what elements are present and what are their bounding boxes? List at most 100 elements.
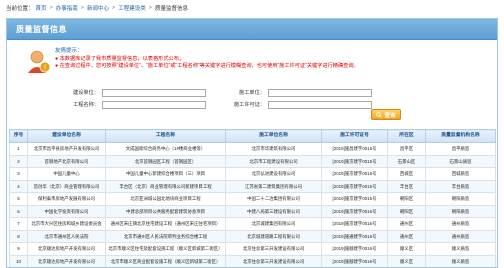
cell-project[interactable]: 北京首钢园区工程（首钢园区） bbox=[105, 154, 226, 168]
cell-contractor: 北京城建集团有限公司 bbox=[225, 217, 322, 231]
panel-title: 质量监督信息 bbox=[16, 25, 67, 34]
contractor-label: 施工单位： bbox=[239, 90, 265, 96]
search-form: 建设单位： 施工单位： 工程名称： 施工许可证： bbox=[7, 85, 497, 125]
cell-contractor: 北京城建道路工程有限公司 bbox=[225, 229, 322, 243]
cell-builder: 北京顺达房地产开发有限公司 bbox=[27, 254, 106, 267]
search-row-project: 工程名称： bbox=[67, 100, 206, 109]
column-header-agency: 质量监督机构名称 bbox=[425, 129, 496, 143]
cell-contractor: 江苏省第二建筑集团有限公司 bbox=[225, 179, 322, 193]
cell-contractor: 北京住总第三开发建设有限公司 bbox=[225, 242, 322, 256]
cell-index: 1 bbox=[9, 142, 28, 156]
cell-index: 5 bbox=[9, 192, 28, 206]
breadcrumb: 当前位置： 首页 > 办事指南 > 新闻中心 > 工程建设类 > 质量监督信息 bbox=[6, 3, 188, 13]
cell-permit: [2019]施通建字0016号 bbox=[321, 229, 388, 243]
cell-contractor: 北京住总第三开发建设有限公司 bbox=[225, 254, 322, 267]
cell-district: 通州区 bbox=[387, 217, 426, 231]
project-label: 工程名称： bbox=[73, 102, 99, 108]
cell-agency: 朝阳质监 bbox=[425, 204, 496, 218]
cell-district: 通州区 bbox=[387, 229, 426, 243]
cell-index: 8 bbox=[9, 229, 28, 243]
cell-index: 7 bbox=[9, 217, 28, 231]
column-header-contractor: 施工单位名称 bbox=[225, 129, 322, 143]
cell-project[interactable]: 北京市通州区人民法院审判业务综合楼工程 bbox=[105, 229, 226, 243]
column-header-permit: 施工许可证号 bbox=[321, 129, 388, 143]
table-row[interactable]: 5 保利泰禾房地产发展有限公司 北京亚洲城公园北地块商业项目工程 中国二十二冶集团有限… bbox=[9, 192, 496, 206]
cell-builder: 保利泰禾房地产发展有限公司 bbox=[27, 192, 106, 206]
permit-label: 施工许可证： bbox=[233, 102, 265, 108]
cell-district: 朝阳区 bbox=[387, 204, 426, 218]
cell-agency: 顺义质监 bbox=[425, 242, 496, 256]
tips-box: ! 友情提示： ● 本数据库记录了我市质量监督信息，以表格形式公布； ● 在查询… bbox=[28, 46, 485, 73]
cell-district: 丰台区 bbox=[387, 179, 426, 193]
search-icon bbox=[376, 111, 383, 118]
results-table: 序号 建设单位名称 工程名称 施工单位名称 施工许可证号 所在区 质量监督机构名… bbox=[9, 129, 496, 267]
table-row[interactable]: 7 北京市大兴区住房和城乡建设委员会 通州区宋庄镇北京住宅建设工程（通州区宋庄住宅项… bbox=[9, 217, 496, 231]
column-header-builder: 建设单位名称 bbox=[27, 129, 106, 143]
cell-project[interactable]: 文成国际综合商务中心（1#楼商业楼等） bbox=[105, 142, 226, 156]
cell-agency: 西城质监 bbox=[425, 167, 496, 181]
tips-title: 友情提示： bbox=[55, 48, 83, 54]
tips-line: ● 本数据库记录了我市质量监督信息，以表格形式公布； bbox=[55, 56, 185, 62]
cell-builder: 北京顺达房地产开发有限公司 bbox=[27, 242, 106, 256]
breadcrumb-item-current: 质量监督信息 bbox=[154, 6, 188, 12]
quality-supervision-panel: 质量监督信息 ! 友情提示： ● 本数据库记录了我市质量监督信息，以表格形式公布… bbox=[6, 18, 498, 268]
tips-line: ● 在查询过程中，您可按照“建设单位”、“施工单位”或“工程名称”等关键字进行模… bbox=[55, 63, 359, 69]
cell-agency: 顺义质监 bbox=[425, 254, 496, 267]
search-button-label: 查询 bbox=[384, 112, 396, 119]
cell-agency: 通州质监 bbox=[425, 229, 496, 243]
cell-builder: 北京市通州区人民法院 bbox=[27, 229, 106, 243]
cell-permit: [2019]施京建字0016号 bbox=[321, 217, 388, 231]
cell-permit: [2019]施京建字0015号 bbox=[321, 154, 388, 168]
breadcrumb-separator: > bbox=[80, 5, 84, 11]
project-input[interactable] bbox=[102, 100, 206, 109]
cell-contractor: 北京市工程建设有限公司 bbox=[225, 154, 322, 168]
breadcrumb-item-home[interactable]: 首页 bbox=[36, 4, 47, 12]
permit-input[interactable] bbox=[268, 100, 372, 109]
table-row[interactable]: 10 北京顺达房地产开发有限公司 北京市顺义区商业配套设施工程（顺义区新城第二街区）… bbox=[9, 254, 496, 267]
cell-district: 朝阳区 bbox=[387, 192, 426, 206]
cell-permit: [2019]施顺建字0016号 bbox=[321, 254, 388, 267]
search-row-permit: 施工许可证： bbox=[233, 100, 372, 109]
cell-builder: 首创华（北京）商业管理有限公司 bbox=[27, 179, 106, 193]
cell-builder: 北京市大兴区住房和城乡建设委员会 bbox=[27, 217, 106, 231]
table-row[interactable]: 4 首创华（北京）商业管理有限公司 丰台区（北京）商业管理有限公司新建项目工程 江苏省… bbox=[9, 179, 496, 193]
table-row[interactable]: 1 北京市昌平县房地产开发有限公司 文成国际综合商务中心（1#楼商业楼等） 北京市华建… bbox=[9, 142, 496, 156]
table-row[interactable]: 3 中国儿童中心 中国儿童中心新建综合楼项目（三）项目 北京弘进建设有限公司 [2019… bbox=[9, 167, 496, 181]
table-row[interactable]: 9 北京顺达房地产开发有限公司 北京市顺义区住宅及配套设施工程（顺义区新城第二街区）… bbox=[9, 242, 496, 256]
column-header-project: 工程名称 bbox=[105, 129, 226, 143]
cell-project[interactable]: 通州区宋庄镇北京住宅建设工程（通州区宋庄住宅项目） bbox=[105, 217, 226, 231]
table-header-row: 序号 建设单位名称 工程名称 施工单位名称 施工许可证号 所在区 质量监督机构名… bbox=[9, 129, 496, 143]
builder-label: 建设单位： bbox=[73, 90, 99, 96]
contractor-input[interactable] bbox=[268, 88, 372, 97]
cell-project[interactable]: 中国儿童中心新建综合楼项目（三）项目 bbox=[105, 167, 226, 181]
breadcrumb-separator: > bbox=[49, 5, 53, 11]
search-row-builder: 建设单位： bbox=[67, 88, 206, 97]
table-row[interactable]: 8 北京市通州区人民法院 北京市通州区人民法院审判业务综合楼工程 北京城建道路工程有限… bbox=[9, 229, 496, 243]
cell-district: 顺义区 bbox=[387, 254, 426, 267]
user-info-icon: ! bbox=[28, 50, 51, 73]
cell-project[interactable]: 丰台区（北京）商业管理有限公司新建项目工程 bbox=[105, 179, 226, 193]
breadcrumb-item-guide[interactable]: 办事指南 bbox=[56, 4, 78, 12]
table-row[interactable]: 2 首钢地产北京有限公司 北京首钢园区工程（首钢园区） 北京市工程建设有限公司 [201… bbox=[9, 154, 496, 168]
cell-district: 西城区 bbox=[387, 167, 426, 181]
cell-agency: 丰台质监 bbox=[425, 179, 496, 193]
builder-input[interactable] bbox=[102, 88, 206, 97]
cell-index: 3 bbox=[9, 167, 28, 181]
breadcrumb-item-news[interactable]: 新闻中心 bbox=[87, 4, 109, 12]
column-header-district: 所在区 bbox=[387, 129, 426, 143]
breadcrumb-separator: > bbox=[148, 5, 152, 11]
cell-project[interactable]: 北京市顺义区住宅及配套设施工程（顺义区新城第二街区） bbox=[105, 242, 226, 256]
cell-project[interactable]: 北京市顺义区商业配套设施工程（顺义区新城第二街区） bbox=[105, 254, 226, 267]
cell-agency: 昌平质监 bbox=[425, 142, 496, 156]
breadcrumb-separator: > bbox=[112, 5, 116, 11]
cell-agency: 朝阳质监 bbox=[425, 192, 496, 206]
breadcrumb-prefix: 当前位置： bbox=[6, 6, 34, 12]
cell-permit: [2019]施京建字0016号 bbox=[321, 204, 388, 218]
panel-header: 质量监督信息 bbox=[7, 19, 497, 40]
search-button[interactable]: 查询 bbox=[371, 109, 401, 120]
cell-permit: [2019]施京建字0015号 bbox=[321, 179, 388, 193]
breadcrumb-item-construction[interactable]: 工程建设类 bbox=[118, 4, 146, 12]
cell-project[interactable]: 中建总部项目公共服务配套建筑协会项目 bbox=[105, 204, 226, 218]
cell-project[interactable]: 北京亚洲城公园北地块商业项目工程 bbox=[105, 192, 226, 206]
table-row[interactable]: 6 中国化学投资有限公司 中建总部项目公共服务配套建筑协会项目 中建八局第三建设有限公… bbox=[9, 204, 496, 218]
